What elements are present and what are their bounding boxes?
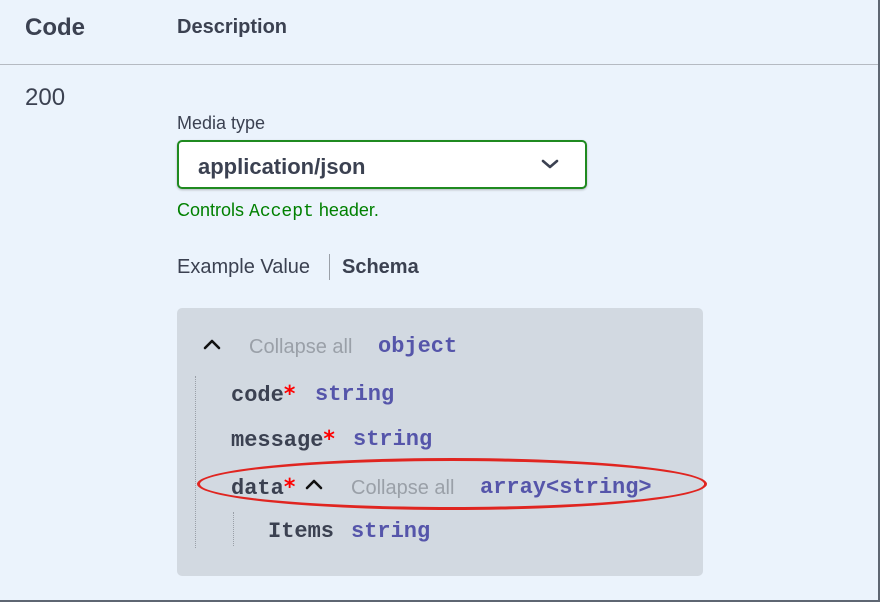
- controls-suffix: header.: [313, 200, 379, 220]
- header-divider: [0, 64, 878, 65]
- collapse-all-button[interactable]: Collapse all: [351, 477, 454, 500]
- field-name: message: [231, 428, 324, 453]
- field-type: array<string>: [480, 475, 652, 500]
- response-status-code: 200: [25, 84, 66, 111]
- media-type-label: Media type: [177, 113, 266, 133]
- tree-guide-line: [233, 512, 234, 546]
- media-type-select[interactable]: application/json: [177, 140, 587, 189]
- collapse-all-button[interactable]: Collapse all: [249, 336, 352, 359]
- tab-divider: [329, 254, 330, 280]
- field-type: string: [353, 427, 433, 452]
- controls-prefix: Controls: [177, 200, 250, 220]
- field-code: code*: [231, 382, 295, 408]
- column-header-code: Code: [25, 14, 85, 41]
- field-type: string: [315, 382, 395, 407]
- column-header-description: Description: [177, 16, 288, 38]
- required-mark: *: [283, 475, 296, 500]
- field-name: code: [231, 383, 284, 408]
- caret-up-icon[interactable]: [203, 338, 221, 350]
- chevron-down-icon: [541, 159, 559, 169]
- required-mark: *: [283, 382, 296, 407]
- tree-guide-line: [195, 376, 196, 548]
- caret-up-icon[interactable]: [305, 478, 323, 490]
- tab-example-value[interactable]: Example Value: [177, 256, 310, 279]
- schema-panel: Collapse all object code* string message…: [177, 308, 703, 576]
- field-name: data: [231, 476, 284, 501]
- required-mark: *: [323, 427, 335, 452]
- root-type: object: [378, 334, 458, 359]
- items-type: string: [351, 519, 431, 544]
- field-data: data*: [231, 475, 295, 501]
- accept-code: Accept: [249, 202, 314, 222]
- items-label: Items: [268, 519, 335, 544]
- field-message: message*: [231, 427, 335, 453]
- media-type-value: application/json: [198, 154, 366, 179]
- controls-accept-hint: Controls Accept header.: [177, 200, 379, 222]
- tab-schema[interactable]: Schema: [342, 256, 419, 279]
